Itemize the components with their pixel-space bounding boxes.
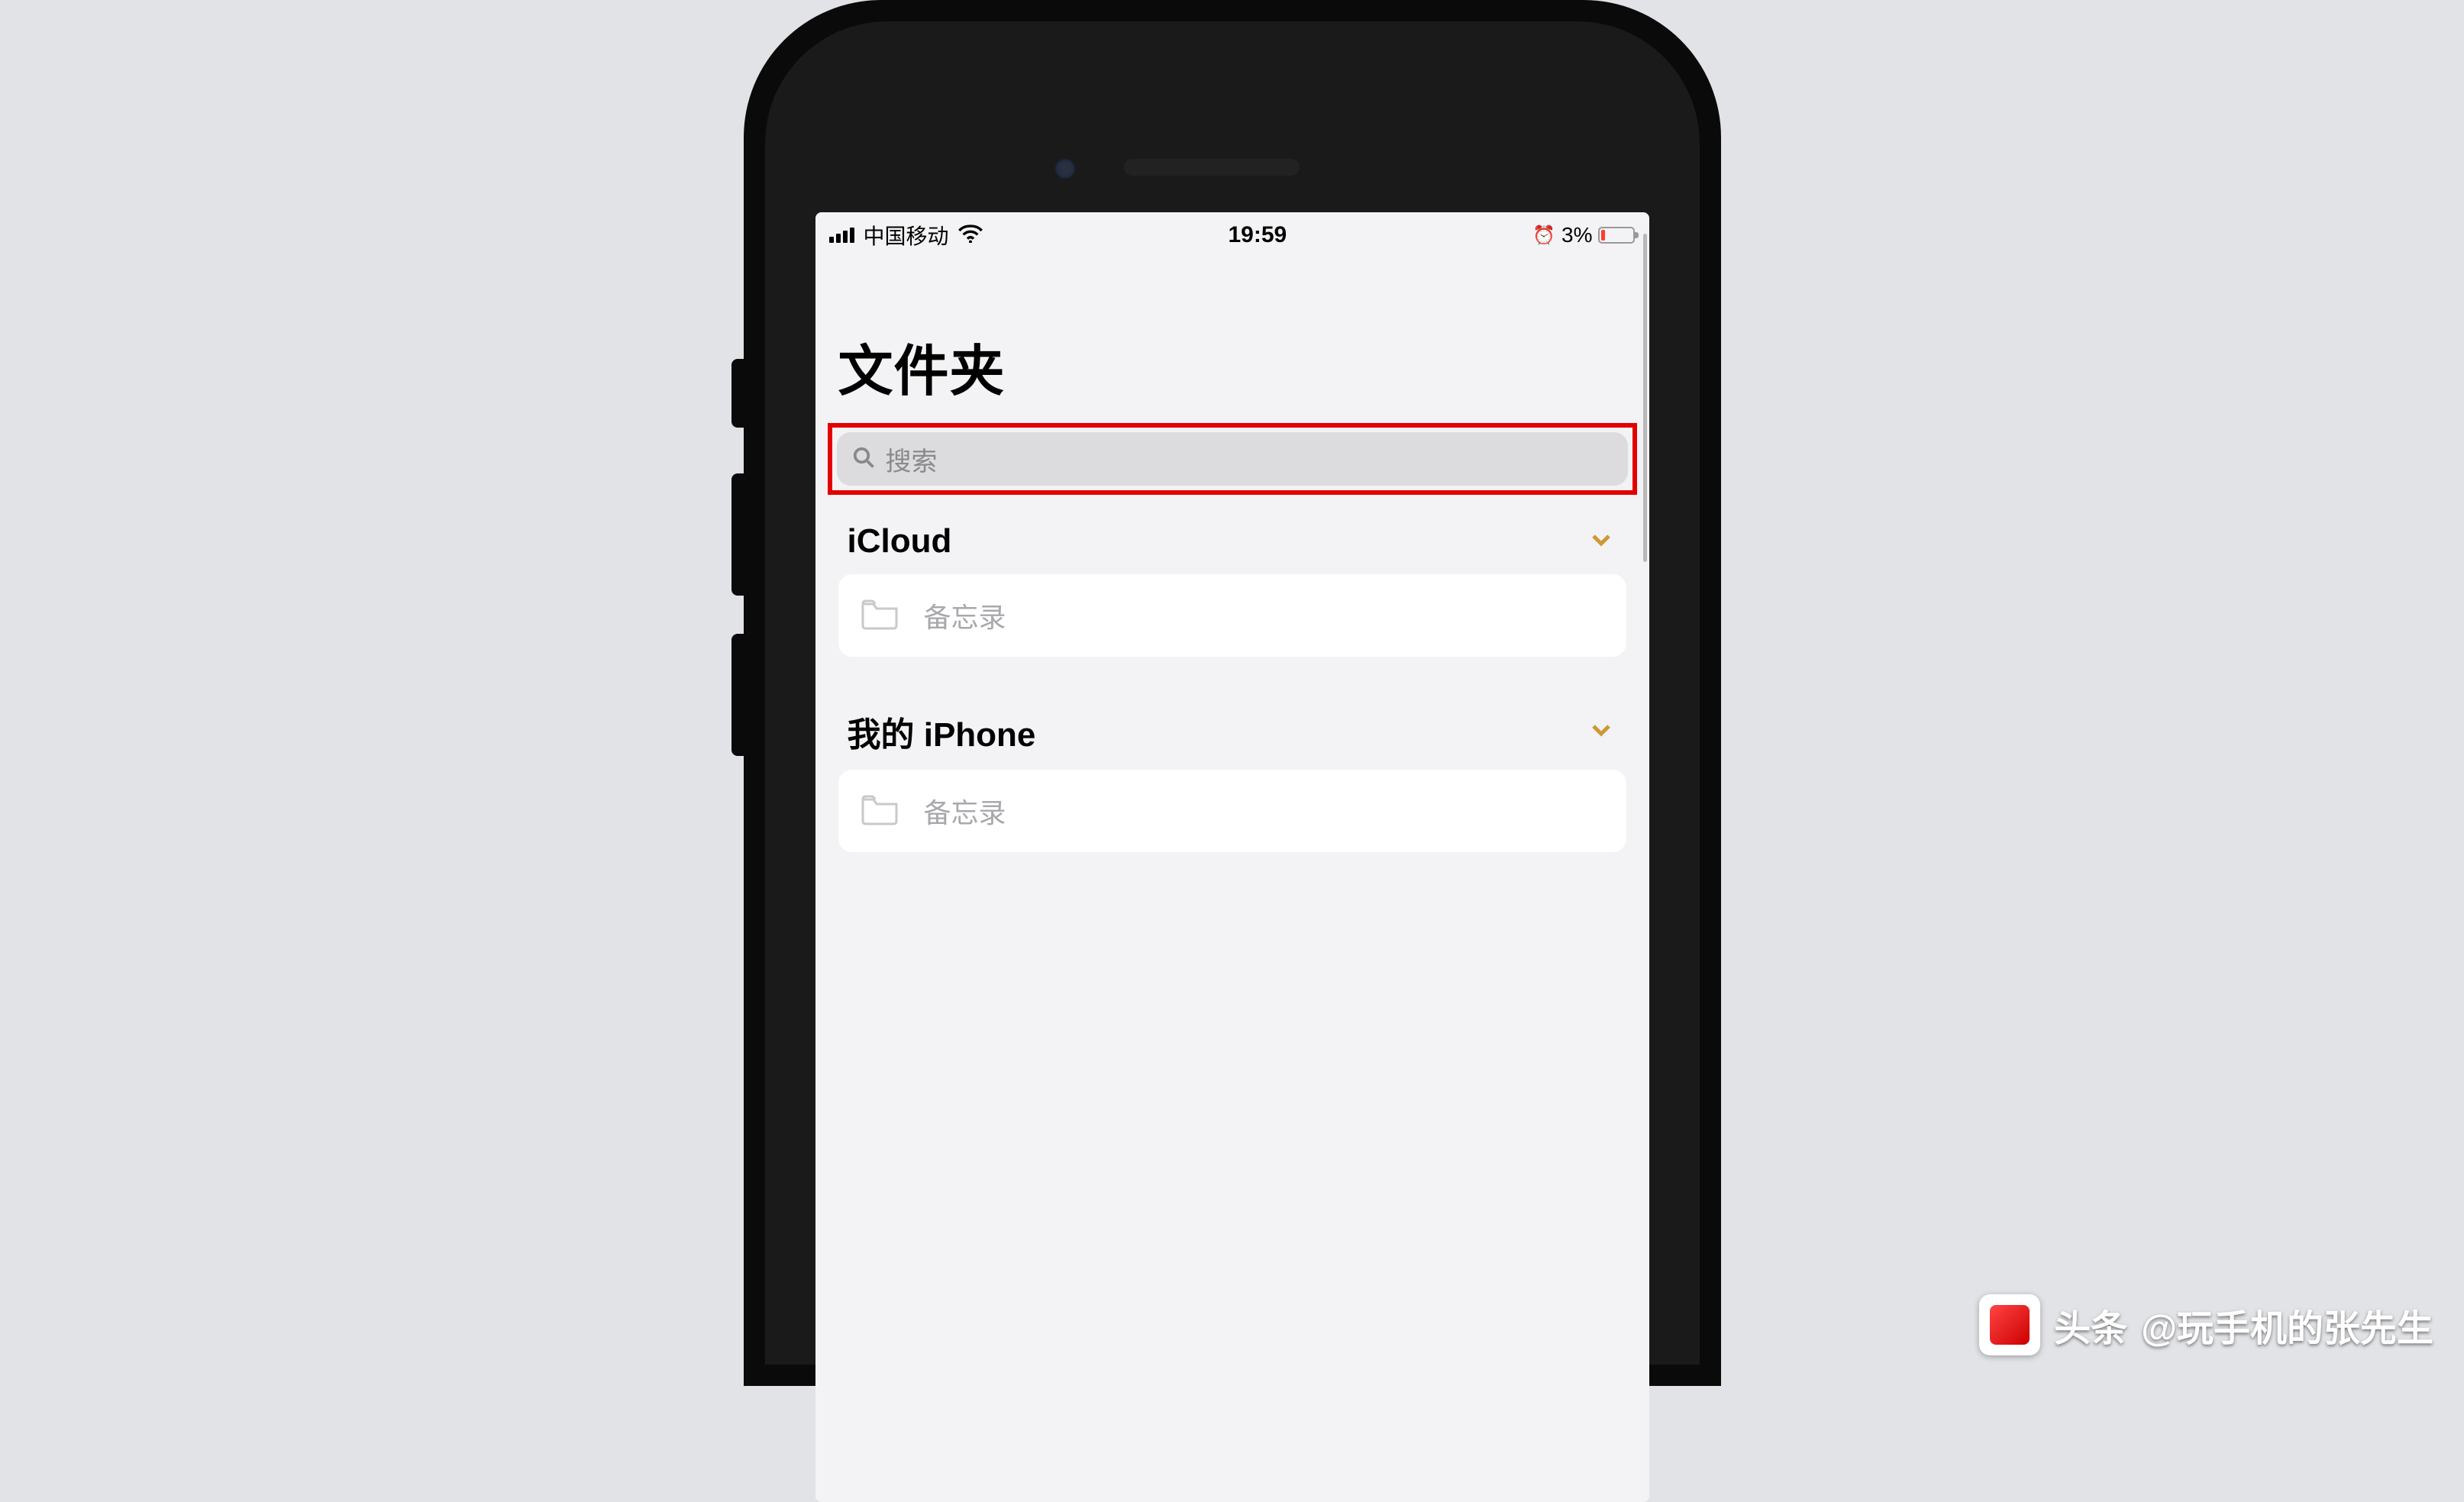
chevron-down-icon — [1590, 528, 1613, 555]
watermark-author: @玩手机的张先生 — [2141, 1298, 2433, 1352]
section-title: 我的 iPhone — [848, 707, 1036, 756]
phone-mute-switch — [731, 359, 744, 428]
watermark: 头条 @玩手机的张先生 — [1979, 1294, 2433, 1355]
phone-bezel: 中国移动 19:59 ⏰ 3% 文件夹 搜索 — [765, 21, 1700, 1365]
folder-icon — [860, 598, 899, 634]
page-title: 文件夹 — [815, 254, 1649, 423]
phone-camera — [1055, 159, 1075, 179]
folder-item-notes-local[interactable]: 备忘录 — [838, 770, 1626, 852]
search-highlight-annotation: 搜索 — [828, 423, 1637, 495]
status-bar-right: ⏰ 3% — [1532, 223, 1635, 247]
status-bar: 中国移动 19:59 ⏰ 3% — [815, 212, 1649, 254]
alarm-icon: ⏰ — [1532, 224, 1555, 247]
folder-icon — [860, 793, 899, 829]
section-title: iCloud — [848, 522, 952, 560]
chevron-down-icon — [1590, 719, 1613, 745]
carrier-label: 中国移动 — [864, 220, 949, 250]
search-input[interactable]: 搜索 — [837, 432, 1628, 486]
battery-percent: 3% — [1561, 223, 1592, 247]
watermark-brand: 头条 — [2054, 1298, 2127, 1352]
phone-frame: 中国移动 19:59 ⏰ 3% 文件夹 搜索 — [744, 0, 1721, 1386]
phone-volume-up-button — [731, 473, 744, 596]
scroll-indicator[interactable] — [1643, 234, 1647, 562]
status-time: 19:59 — [1228, 222, 1287, 248]
phone-screen: 中国移动 19:59 ⏰ 3% 文件夹 搜索 — [815, 212, 1649, 1502]
battery-icon — [1598, 227, 1635, 244]
phone-volume-down-button — [731, 634, 744, 756]
folder-label: 备忘录 — [924, 791, 1006, 831]
folder-item-notes-icloud[interactable]: 备忘录 — [838, 574, 1626, 657]
section-icloud: iCloud 备忘录 — [815, 495, 1649, 657]
search-placeholder: 搜索 — [886, 441, 938, 478]
folder-label: 备忘录 — [924, 596, 1006, 635]
watermark-logo-icon — [1979, 1294, 2040, 1355]
section-header-myiphone[interactable]: 我的 iPhone — [838, 680, 1626, 770]
section-header-icloud[interactable]: iCloud — [838, 495, 1626, 574]
search-icon — [852, 446, 875, 473]
wifi-icon — [958, 224, 983, 247]
signal-bars-icon — [829, 228, 854, 243]
section-myiphone: 我的 iPhone 备忘录 — [815, 680, 1649, 852]
phone-speaker — [1124, 159, 1300, 176]
status-bar-left: 中国移动 — [829, 220, 983, 250]
